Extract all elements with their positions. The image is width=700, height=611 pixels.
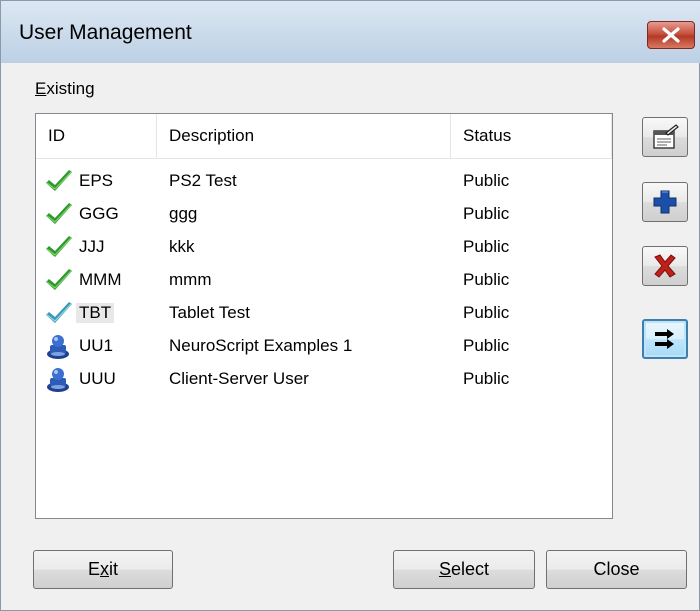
column-header-description[interactable]: Description [157,114,451,158]
table-row[interactable]: GGG ggg Public [36,198,612,231]
row-status: Public [463,270,510,289]
green-check-icon [46,203,72,224]
window-close-button[interactable] [647,21,695,49]
table-row[interactable]: JJJ kkk Public [36,231,612,264]
existing-label-text: xisting [46,79,95,98]
exit-button-mnemonic: x [100,559,109,579]
row-status: Public [463,171,510,190]
table-row[interactable]: TBT Tablet Test Public [36,297,612,330]
row-status: Public [463,336,510,355]
row-id: EPS [79,171,114,190]
user-server-icon [47,368,69,392]
table-row[interactable]: UUU Client-Server User Public [36,363,612,396]
table-row[interactable]: UU1 NeuroScript Examples 1 Public [36,330,612,363]
transfer-button[interactable] [642,319,688,359]
properties-icon [653,124,679,149]
select-button[interactable]: Select [393,550,535,589]
teal-check-icon [46,302,72,323]
row-description: ggg [169,204,198,223]
row-description: kkk [169,237,195,256]
row-id: UU1 [79,336,114,355]
list-header: ID Description Status [36,114,612,159]
title-bar[interactable]: User Management [1,1,700,63]
select-button-label-end: elect [450,559,490,579]
green-check-icon [46,170,72,191]
window-title: User Management [19,21,192,44]
row-status: Public [463,237,510,256]
column-header-status[interactable]: Status [451,114,612,158]
exit-button-label-end: it [109,559,118,579]
row-description: Tablet Test [169,303,250,322]
row-id: MMM [79,270,122,289]
properties-button[interactable] [642,117,688,157]
green-check-icon [46,236,72,257]
existing-label: Existing [35,79,95,99]
column-header-id[interactable]: ID [36,114,157,158]
existing-label-mnemonic: E [35,79,47,98]
close-x-icon [662,27,680,43]
row-description: mmm [169,270,212,289]
user-server-icon [47,335,69,359]
row-description: PS2 Test [169,171,237,190]
green-check-icon [46,269,72,290]
plus-icon [653,190,677,214]
row-id: TBT [76,303,115,323]
row-id: JJJ [79,237,105,256]
row-id: GGG [79,204,119,223]
users-list[interactable]: ID Description Status EPS PS2 Test Publi… [35,113,613,519]
add-user-button[interactable] [642,182,688,222]
row-description: Client-Server User [169,369,309,388]
select-button-mnemonic: S [438,559,451,579]
row-description: NeuroScript Examples 1 [169,336,353,355]
row-id: UUU [79,369,116,388]
user-management-dialog: User Management Existing ID Description … [0,0,700,611]
row-status: Public [463,369,510,388]
row-status: Public [463,303,510,322]
red-x-icon [654,254,676,278]
exit-button-label-start: E [87,559,100,579]
table-row[interactable]: EPS PS2 Test Public [36,165,612,198]
transfer-arrows-icon [655,329,674,349]
delete-user-button[interactable] [642,246,688,286]
close-button[interactable]: Close [546,550,687,589]
exit-button[interactable]: Exit [33,550,173,589]
table-row[interactable]: MMM mmm Public [36,264,612,297]
row-status: Public [463,204,510,223]
